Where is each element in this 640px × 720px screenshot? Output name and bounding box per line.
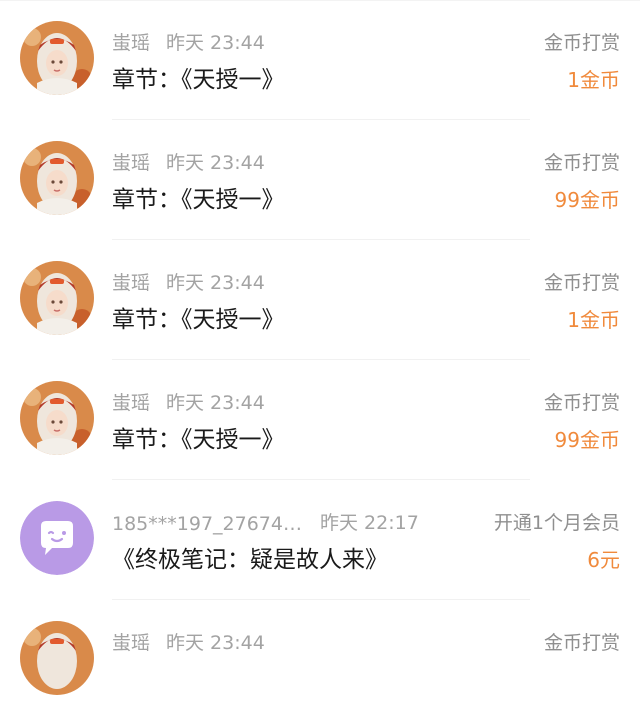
record-amount: 99金币 xyxy=(554,188,620,212)
sender-name: 185***197_276741... xyxy=(112,513,302,535)
record-type: 金币打赏 xyxy=(543,272,620,294)
list-item[interactable]: 185***197_276741... 昨天 22:17 《终极笔记：疑是故人来》… xyxy=(0,480,640,600)
list-item[interactable]: 蚩瑶 昨天 23:44 章节：《天授一》 金币打赏 99金币 xyxy=(0,360,640,480)
record-meta: 蚩瑶 昨天 23:44 xyxy=(112,148,265,175)
record-meta: 蚩瑶 昨天 23:44 xyxy=(112,388,265,415)
record-time: 昨天 22:17 xyxy=(320,512,419,534)
list-item[interactable]: 蚩瑶 昨天 23:44 章节：《天授一》 金币打赏 1金币 xyxy=(0,240,640,360)
record-title: 《终极笔记：疑是故人来》 xyxy=(112,547,388,573)
record-amount: 99金币 xyxy=(554,428,620,452)
record-amount: 6元 xyxy=(587,548,620,572)
record-type: 金币打赏 xyxy=(543,632,620,654)
record-time: 昨天 23:44 xyxy=(166,272,265,294)
record-meta: 蚩瑶 昨天 23:44 xyxy=(112,628,265,655)
list-item[interactable]: 蚩瑶 昨天 23:44 章节：《天授一》 金币打赏 1金币 xyxy=(0,0,640,120)
record-title: 章节：《天授一》 xyxy=(112,187,285,213)
record-time: 昨天 23:44 xyxy=(166,392,265,414)
sender-name: 蚩瑶 xyxy=(112,392,151,414)
record-time: 昨天 23:44 xyxy=(166,632,265,654)
record-title: 章节：《天授一》 xyxy=(112,427,285,453)
sender-name: 蚩瑶 xyxy=(112,32,151,54)
chat-bubble-avatar-icon[interactable] xyxy=(20,501,94,575)
record-amount: 1金币 xyxy=(567,308,620,332)
list-item[interactable]: 蚩瑶 昨天 23:44 金币打赏 xyxy=(0,600,640,720)
girl-avatar-icon[interactable] xyxy=(20,381,94,455)
record-time: 昨天 23:44 xyxy=(166,32,265,54)
girl-avatar-icon[interactable] xyxy=(20,21,94,95)
record-meta: 蚩瑶 昨天 23:44 xyxy=(112,28,265,55)
girl-avatar-icon[interactable] xyxy=(20,621,94,695)
girl-avatar-icon[interactable] xyxy=(20,141,94,215)
list-item[interactable]: 蚩瑶 昨天 23:44 章节：《天授一》 金币打赏 99金币 xyxy=(0,120,640,240)
record-type: 金币打赏 xyxy=(543,152,620,174)
record-title: 章节：《天授一》 xyxy=(112,67,285,93)
sender-name: 蚩瑶 xyxy=(112,152,151,174)
sender-name: 蚩瑶 xyxy=(112,632,151,654)
record-amount: 1金币 xyxy=(567,68,620,92)
record-type: 开通1个月会员 xyxy=(493,512,620,534)
girl-avatar-icon[interactable] xyxy=(20,261,94,335)
record-type: 金币打赏 xyxy=(543,392,620,414)
record-type: 金币打赏 xyxy=(543,32,620,54)
sender-name: 蚩瑶 xyxy=(112,272,151,294)
record-time: 昨天 23:44 xyxy=(166,152,265,174)
record-meta: 185***197_276741... 昨天 22:17 xyxy=(112,508,419,535)
record-title: 章节：《天授一》 xyxy=(112,307,285,333)
record-meta: 蚩瑶 昨天 23:44 xyxy=(112,268,265,295)
